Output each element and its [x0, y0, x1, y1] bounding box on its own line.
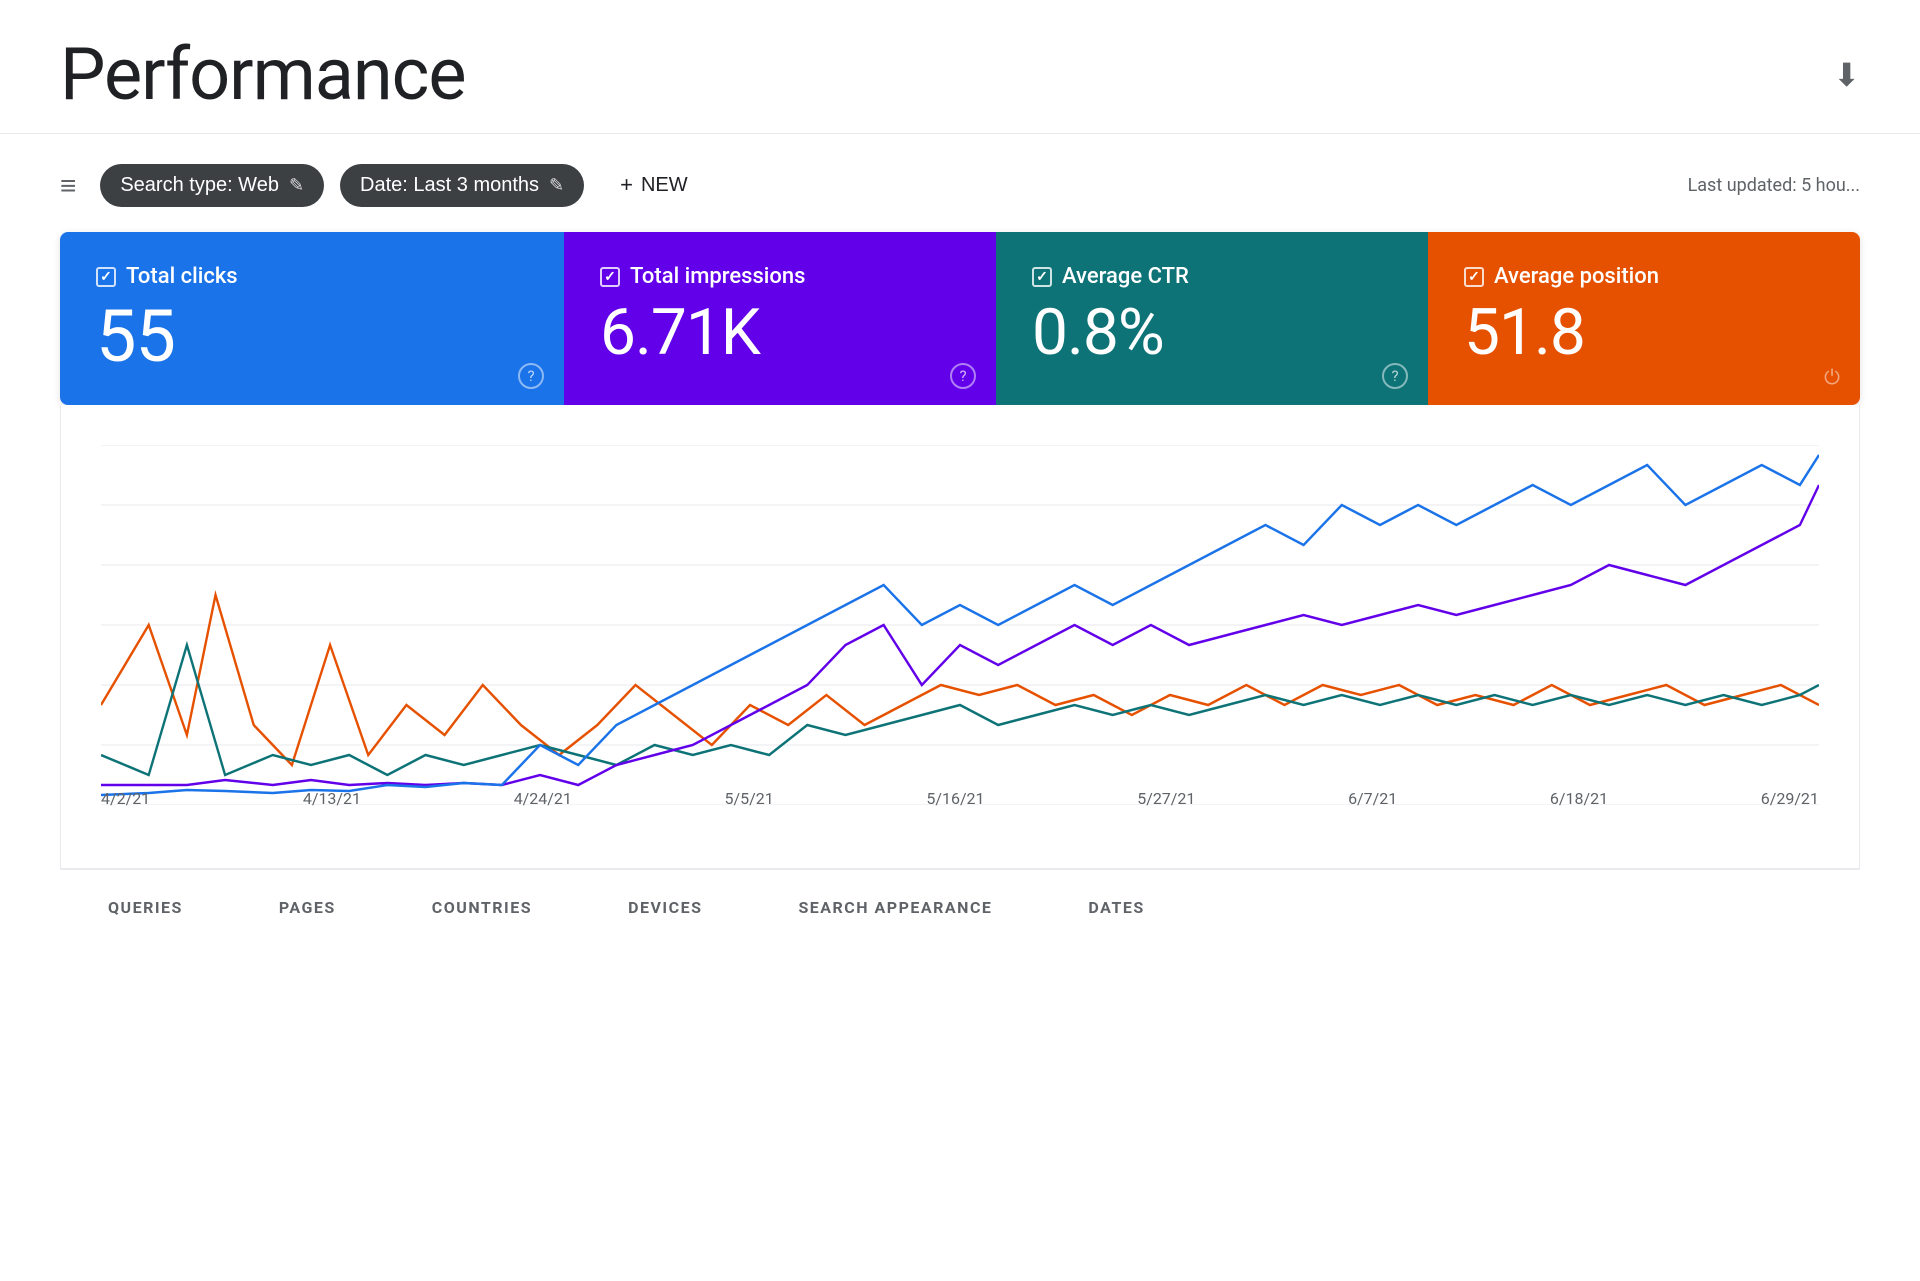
metric-info-clicks[interactable]: ? — [518, 363, 544, 389]
date-label: Date: Last 3 months — [360, 174, 539, 197]
date-edit-icon: ✎ — [549, 175, 564, 196]
plus-icon: + — [620, 172, 633, 198]
metric-label-clicks: Total clicks — [96, 264, 528, 289]
tab-pages[interactable]: PAGES — [231, 870, 384, 948]
page-container: Performance ⬇ ≡ Search type: Web ✎ Date:… — [0, 0, 1920, 1281]
performance-chart — [101, 445, 1819, 805]
tab-search-appearance[interactable]: SEARCH APPEARANCE — [750, 870, 1040, 948]
last-updated: Last updated: 5 hou... — [1688, 175, 1860, 196]
toolbar: ≡ Search type: Web ✎ Date: Last 3 months… — [0, 134, 1920, 232]
new-label: NEW — [641, 174, 688, 197]
x-label-1: 4/13/21 — [303, 789, 361, 808]
tab-dates[interactable]: DATES — [1040, 870, 1192, 948]
tab-queries[interactable]: QUERIES — [60, 870, 231, 948]
filter-icon[interactable]: ≡ — [60, 169, 76, 202]
page-title: Performance — [60, 32, 466, 117]
metric-card-position[interactable]: Average position 51.8 ⏻ — [1428, 232, 1860, 405]
metric-label-ctr: Average CTR — [1032, 264, 1392, 289]
metric-value-clicks: 55 — [96, 301, 528, 373]
metric-label-position: Average position — [1464, 264, 1824, 289]
x-axis-labels: 4/2/21 4/13/21 4/24/21 5/5/21 5/16/21 5/… — [101, 789, 1819, 808]
search-type-edit-icon: ✎ — [289, 175, 304, 196]
x-label-3: 5/5/21 — [725, 789, 774, 808]
metric-checkbox-clicks[interactable] — [96, 267, 116, 287]
metric-info-ctr[interactable]: ? — [1382, 363, 1408, 389]
x-label-6: 6/7/21 — [1348, 789, 1397, 808]
search-type-chip[interactable]: Search type: Web ✎ — [100, 164, 324, 207]
metric-info-impressions[interactable]: ? — [950, 363, 976, 389]
metric-value-ctr: 0.8% — [1032, 301, 1392, 365]
bottom-tabs: QUERIES PAGES COUNTRIES DEVICES SEARCH A… — [60, 869, 1860, 948]
metric-value-impressions: 6.71K — [600, 301, 960, 365]
metric-checkbox-impressions[interactable] — [600, 267, 620, 287]
new-button[interactable]: + NEW — [600, 162, 708, 208]
x-label-2: 4/24/21 — [514, 789, 572, 808]
metric-card-ctr[interactable]: Average CTR 0.8% ? — [996, 232, 1428, 405]
metrics-container: Total clicks 55 ? Total impressions 6.71… — [60, 232, 1860, 405]
x-label-5: 5/27/21 — [1137, 789, 1195, 808]
metric-value-position: 51.8 — [1464, 301, 1824, 365]
header: Performance ⬇ — [0, 0, 1920, 134]
metric-label-impressions: Total impressions — [600, 264, 960, 289]
metric-card-clicks[interactable]: Total clicks 55 ? — [60, 232, 564, 405]
chart-container: 4/2/21 4/13/21 4/24/21 5/5/21 5/16/21 5/… — [60, 405, 1860, 869]
download-icon[interactable]: ⬇ — [1833, 56, 1860, 94]
metric-info-position[interactable]: ⏻ — [1824, 365, 1840, 389]
header-actions: ⬇ — [1833, 56, 1860, 94]
search-type-label: Search type: Web — [120, 174, 279, 197]
date-chip[interactable]: Date: Last 3 months ✎ — [340, 164, 584, 207]
x-label-8: 6/29/21 — [1761, 789, 1819, 808]
x-label-7: 6/18/21 — [1550, 789, 1608, 808]
x-label-0: 4/2/21 — [101, 789, 150, 808]
metric-checkbox-position[interactable] — [1464, 267, 1484, 287]
tab-devices[interactable]: DEVICES — [580, 870, 750, 948]
x-label-4: 5/16/21 — [926, 789, 984, 808]
tab-countries[interactable]: COUNTRIES — [384, 870, 580, 948]
metric-card-impressions[interactable]: Total impressions 6.71K ? — [564, 232, 996, 405]
metric-checkbox-ctr[interactable] — [1032, 267, 1052, 287]
